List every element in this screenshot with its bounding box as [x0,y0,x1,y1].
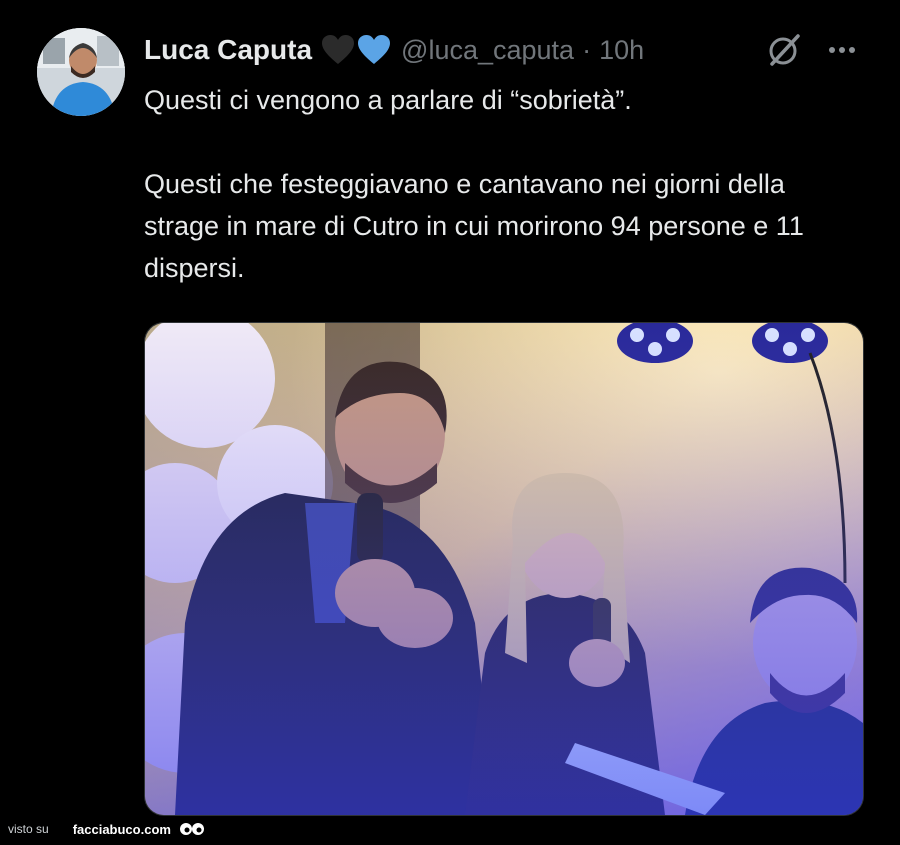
watermark-brand[interactable]: facciabuco.com [73,822,171,837]
avatar-photo [37,28,125,116]
tweet-media-photo[interactable] [144,322,864,816]
tweet-text: Questi ci vengono a parlare di “sobrietà… [144,79,864,289]
more-options-icon [829,47,855,53]
black-heart-icon [322,35,355,64]
tweet-header: Luca Caputa @luca_caputa · 10h [144,30,644,70]
eyes-icon [179,823,204,835]
grok-icon [769,34,800,66]
watermark-prefix: visto su [8,822,49,836]
author-handle[interactable]: @luca_caputa [401,35,574,66]
grok-button[interactable] [764,30,804,70]
watermark: visto su facciabuco.com [8,818,205,840]
author-name[interactable]: Luca Caputa [144,34,312,66]
blue-heart-icon [358,35,391,64]
author-badges [321,34,391,66]
more-options-button[interactable] [822,30,862,70]
party-photo [145,323,863,815]
header-separator: · [582,34,592,65]
author-avatar[interactable] [37,28,125,116]
tweet-line-2: Questi che festeggiavano e cantavano nei… [144,169,804,283]
tweet-line-1: Questi ci vengono a parlare di “sobrietà… [144,85,632,115]
tweet-timestamp[interactable]: 10h [599,35,644,66]
